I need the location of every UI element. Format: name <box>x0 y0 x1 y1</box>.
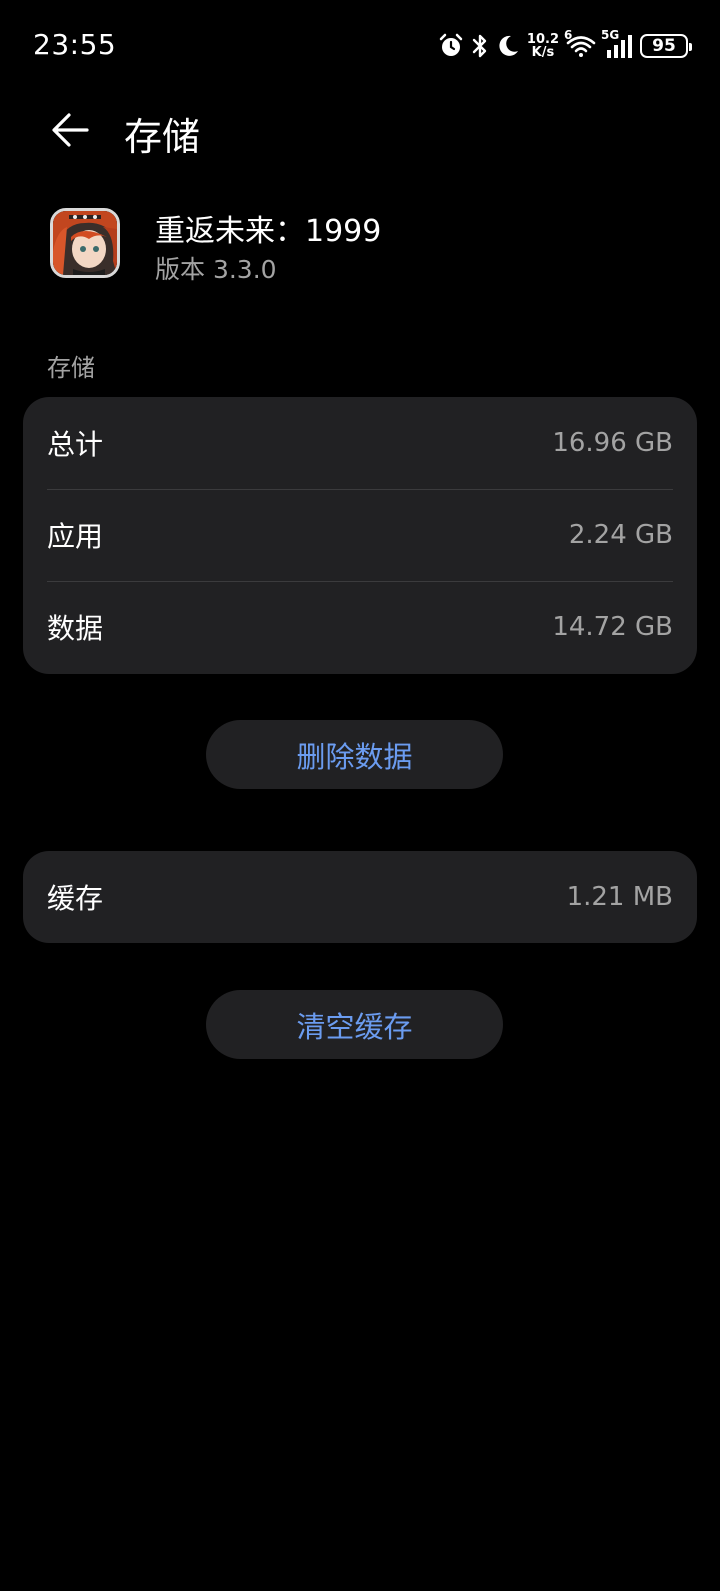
back-arrow-icon <box>52 113 89 147</box>
page-title: 存储 <box>124 115 201 159</box>
battery-level: 95 <box>652 36 676 56</box>
status-bar: 23:55 10.2 K/s 6 5G 95 <box>0 0 720 92</box>
bluetooth-icon <box>471 33 489 59</box>
storage-row-data: 数据 14.72 GB <box>23 581 697 673</box>
row-value: 16.96 GB <box>552 428 673 458</box>
app-name: 重返未来：1999 <box>155 214 382 249</box>
battery-icon: 95 <box>640 34 692 58</box>
row-label: 总计 <box>47 428 104 461</box>
app-version: 版本 3.3.0 <box>155 255 277 284</box>
delete-data-button[interactable]: 删除数据 <box>206 720 503 789</box>
signal-icon: 5G <box>601 28 633 58</box>
row-label: 数据 <box>47 612 104 645</box>
net-speed-unit: K/s <box>531 45 555 60</box>
row-value: 2.24 GB <box>568 520 673 550</box>
row-label: 应用 <box>47 520 104 553</box>
signal-label: 5G <box>601 28 620 42</box>
storage-row-total: 总计 16.96 GB <box>23 397 697 489</box>
moon-icon <box>496 33 520 59</box>
row-value: 14.72 GB <box>552 612 673 642</box>
clear-cache-button[interactable]: 清空缓存 <box>206 990 503 1059</box>
alarm-icon <box>438 33 464 59</box>
cache-card: 缓存 1.21 MB <box>23 851 697 943</box>
net-speed: 10.2 K/s <box>527 33 559 59</box>
row-label: 缓存 <box>47 882 104 915</box>
back-button[interactable] <box>44 104 96 156</box>
storage-section-label: 存储 <box>47 354 95 382</box>
cache-row: 缓存 1.21 MB <box>23 851 697 943</box>
storage-row-app: 应用 2.24 GB <box>23 489 697 581</box>
wifi-label: 6 <box>564 28 573 42</box>
status-icons: 10.2 K/s 6 5G 95 <box>438 28 692 62</box>
status-time: 23:55 <box>33 28 117 61</box>
app-icon <box>50 208 120 278</box>
storage-card: 总计 16.96 GB 应用 2.24 GB 数据 14.72 GB <box>23 397 697 674</box>
wifi-icon: 6 <box>564 28 596 58</box>
row-value: 1.21 MB <box>566 882 673 912</box>
storage-page: 23:55 10.2 K/s 6 5G 95 存储 重返未来：1999 版本 3… <box>0 0 720 1591</box>
